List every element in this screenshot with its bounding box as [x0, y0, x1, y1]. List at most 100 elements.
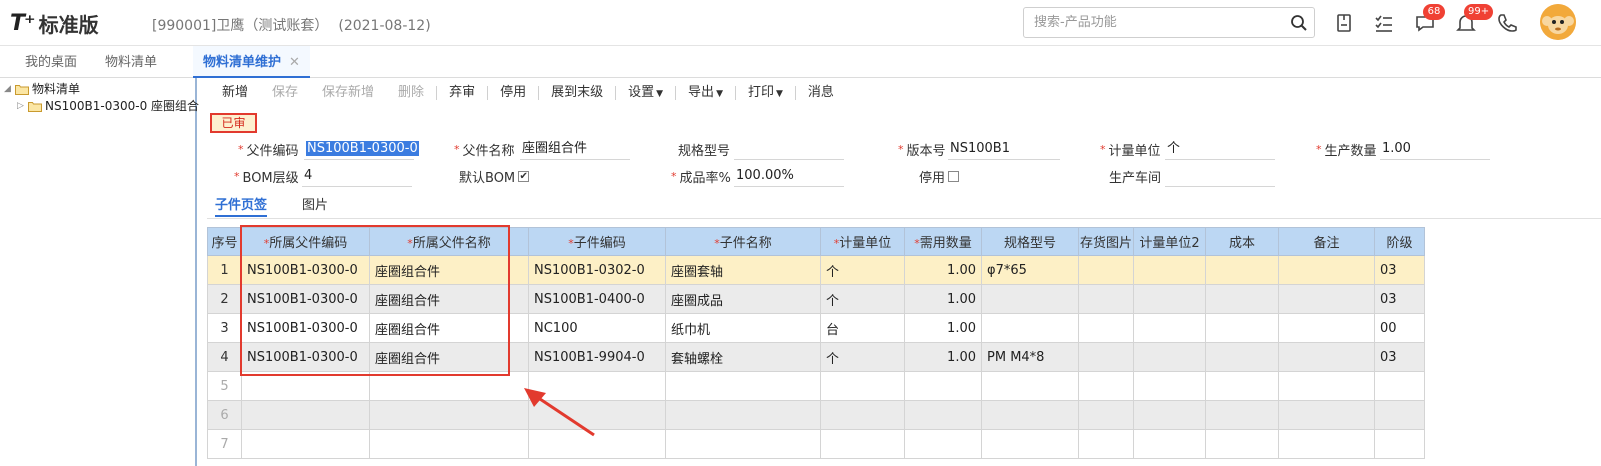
cell-child-name[interactable]: 套轴螺栓 [665, 342, 821, 372]
save-button[interactable]: 保存 [260, 82, 310, 104]
tab-bom-list[interactable]: 物料清单 [95, 46, 167, 78]
export-button[interactable]: 导出 ▼ [676, 82, 735, 105]
tab-images[interactable]: 图片 [302, 195, 328, 217]
cell-stock-image[interactable] [1078, 400, 1134, 430]
cell-remark[interactable] [1278, 284, 1375, 314]
app-logo[interactable]: T⁺ 标准版 [10, 8, 99, 38]
cell-child-name[interactable] [665, 400, 821, 430]
cell-stock-image[interactable] [1078, 255, 1134, 285]
cell-stock-image[interactable] [1078, 429, 1134, 459]
cell-spec[interactable] [981, 284, 1079, 314]
disable-button[interactable]: 停用 [488, 82, 538, 104]
cell-unit[interactable] [820, 400, 905, 430]
cell-child-code[interactable] [528, 400, 666, 430]
cell-parent-name[interactable] [369, 371, 529, 401]
cell-required-qty[interactable]: 1.00 [904, 342, 982, 372]
unit-input[interactable]: 个 [1165, 138, 1275, 160]
col-header-level[interactable]: 阶级 [1374, 227, 1425, 256]
table-row[interactable]: 3 NS100B1-0300-0 座圈组合件 NC100 纸巾机台 1.00 00 [207, 313, 1425, 343]
col-header-spec[interactable]: 规格型号 [981, 227, 1079, 256]
cell-spec[interactable]: φ7*65 [981, 255, 1079, 285]
table-row[interactable]: 6 [207, 400, 1425, 430]
cell-stock-image[interactable] [1078, 342, 1134, 372]
cell-remark[interactable] [1278, 400, 1375, 430]
user-avatar[interactable] [1540, 4, 1576, 40]
cell-required-qty[interactable] [904, 429, 982, 459]
cell-level[interactable]: 03 [1374, 255, 1425, 285]
col-header-seq[interactable]: 序号 [207, 227, 242, 256]
col-header-child-name[interactable]: *子件名称 [665, 227, 821, 256]
cell-cost[interactable] [1205, 371, 1279, 401]
cell-parent-name[interactable] [369, 400, 529, 430]
delete-button[interactable]: 删除 [386, 82, 436, 104]
cell-child-code[interactable] [528, 371, 666, 401]
table-row[interactable]: 4 NS100B1-0300-0 座圈组合件 NS100B1-9904-0 套轴螺栓个 1… [207, 342, 1425, 372]
cell-required-qty[interactable]: 1.00 [904, 313, 982, 343]
cell-required-qty[interactable]: 1.00 [904, 255, 982, 285]
cell-child-name[interactable] [665, 371, 821, 401]
cell-parent-code[interactable]: NS100B1-0300-0 [241, 342, 370, 372]
tab-components[interactable]: 子件页签 [215, 195, 268, 217]
cell-parent-code[interactable] [241, 400, 370, 430]
cell-remark[interactable] [1278, 429, 1375, 459]
cell-level[interactable]: 03 [1374, 342, 1425, 372]
cell-required-qty[interactable] [904, 371, 982, 401]
message-button[interactable]: 68 [1413, 4, 1445, 35]
cell-spec[interactable]: PM M4*8 [981, 342, 1079, 372]
search-icon[interactable] [1290, 14, 1308, 32]
cell-required-qty[interactable]: 1.00 [904, 284, 982, 314]
expand-to-leaf-button[interactable]: 展到末级 [539, 82, 615, 104]
cell-cost[interactable] [1205, 284, 1279, 314]
add-button[interactable]: 新增 [210, 82, 260, 104]
cell-unit2[interactable] [1133, 429, 1206, 459]
cell-parent-name[interactable]: 座圈组合件 [369, 284, 529, 314]
cell-unit2[interactable] [1133, 255, 1206, 285]
spec-input[interactable] [734, 138, 844, 160]
cell-child-name[interactable]: 座圈套轴 [665, 255, 821, 285]
cell-stock-image[interactable] [1078, 284, 1134, 314]
cell-unit2[interactable] [1133, 284, 1206, 314]
cell-parent-name[interactable]: 座圈组合件 [369, 255, 529, 285]
cell-parent-name[interactable]: 座圈组合件 [369, 313, 529, 343]
table-row[interactable]: 1 NS100B1-0300-0 座圈组合件 NS100B1-0302-0 座圈套轴个 1… [207, 255, 1425, 285]
cell-level[interactable]: 03 [1374, 284, 1425, 314]
cell-parent-name[interactable]: 座圈组合件 [369, 342, 529, 372]
cell-child-code[interactable]: NS100B1-0302-0 [528, 255, 666, 285]
expand-icon[interactable]: ▷ [17, 97, 25, 115]
cell-child-name[interactable]: 纸巾机 [665, 313, 821, 343]
cell-cost[interactable] [1205, 342, 1279, 372]
cell-cost[interactable] [1205, 400, 1279, 430]
cell-child-code[interactable]: NS100B1-9904-0 [528, 342, 666, 372]
collapse-icon[interactable]: ◢ [4, 80, 12, 98]
cell-child-name[interactable] [665, 429, 821, 459]
print-button[interactable]: 打印 ▼ [736, 82, 795, 105]
checklist-icon[interactable] [1372, 11, 1396, 35]
cell-unit[interactable] [820, 371, 905, 401]
col-header-stock-image[interactable]: 存货图片 [1078, 227, 1134, 256]
cell-required-qty[interactable] [904, 400, 982, 430]
save-icon[interactable] [1332, 11, 1356, 35]
production-qty-input[interactable]: 1.00 [1380, 138, 1490, 160]
cell-parent-code[interactable]: NS100B1-0300-0 [241, 255, 370, 285]
col-header-parent-code[interactable]: *所属父件编码 [241, 227, 370, 256]
cell-remark[interactable] [1278, 371, 1375, 401]
cell-remark[interactable] [1278, 342, 1375, 372]
tree-node-root[interactable]: ◢ 物料清单 [4, 80, 80, 98]
cell-unit[interactable]: 台 [820, 313, 905, 343]
cell-cost[interactable] [1205, 313, 1279, 343]
cell-level[interactable] [1374, 371, 1425, 401]
phone-icon[interactable] [1495, 11, 1519, 35]
cell-level[interactable] [1374, 429, 1425, 459]
cell-parent-code[interactable] [241, 371, 370, 401]
cell-unit2[interactable] [1133, 342, 1206, 372]
col-header-child-code[interactable]: *子件编码 [528, 227, 666, 256]
disabled-checkbox[interactable] [948, 170, 960, 182]
tab-bom-maintenance[interactable]: 物料清单维护 ✕ [193, 46, 310, 78]
parent-code-input[interactable]: NS100B1-0300-0 [304, 138, 419, 160]
bom-level-input[interactable]: 4 [302, 165, 412, 187]
cell-child-name[interactable]: 座圈成品 [665, 284, 821, 314]
cell-spec[interactable] [981, 400, 1079, 430]
cell-parent-name[interactable] [369, 429, 529, 459]
settings-button[interactable]: 设置 ▼ [616, 82, 675, 105]
cell-unit[interactable] [820, 429, 905, 459]
